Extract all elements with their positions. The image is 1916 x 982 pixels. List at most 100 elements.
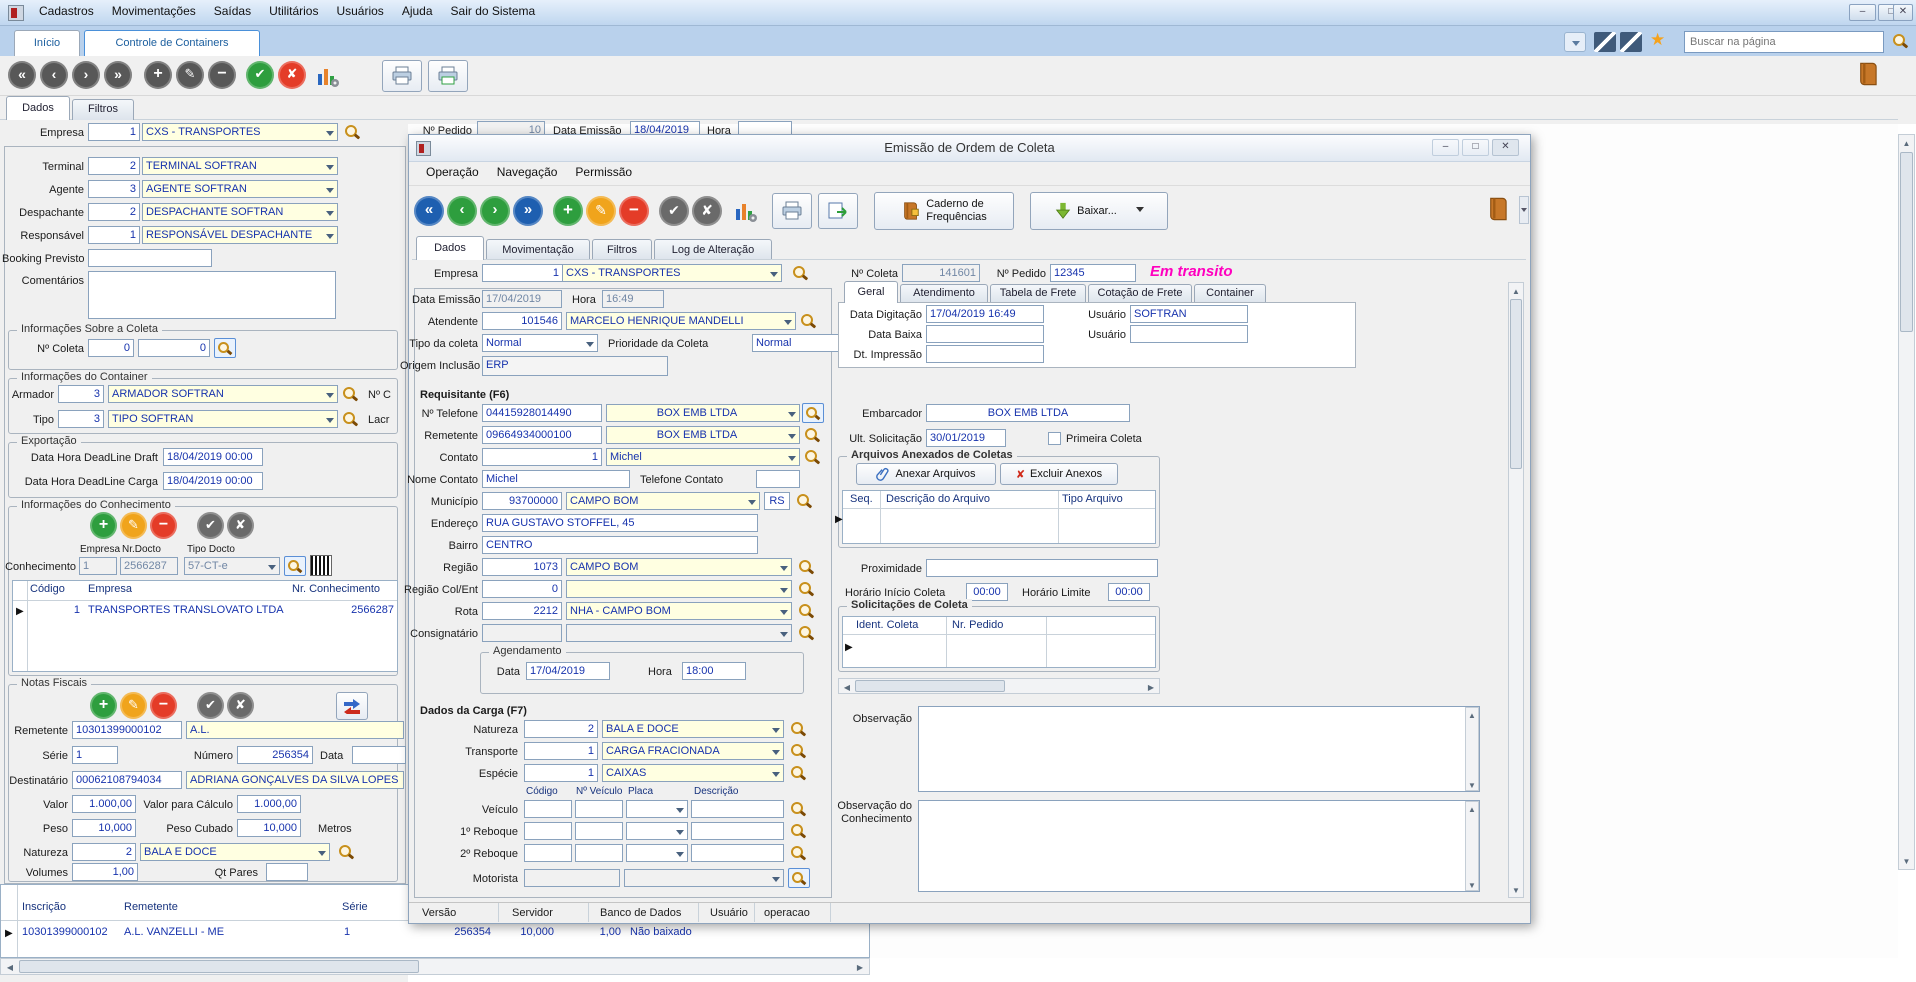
nf-data-field[interactable] <box>352 746 406 764</box>
nav-prev-button[interactable]: ‹ <box>40 61 68 89</box>
nf-serie-field[interactable]: 1 <box>72 746 118 764</box>
rtab-container[interactable]: Container <box>1194 284 1266 303</box>
terminal-select[interactable]: TERMINAL SOFTRAN <box>142 157 338 175</box>
veiculo-descricao-field[interactable] <box>691 800 784 818</box>
responsavel-select[interactable]: RESPONSÁVEL DESPACHANTE <box>142 226 338 244</box>
menu-ajuda[interactable]: Ajuda <box>393 1 442 21</box>
modal-tab-filtros[interactable]: Filtros <box>592 239 652 260</box>
responsavel-code-field[interactable]: 1 <box>88 226 140 244</box>
carga-transporte-search-icon[interactable] <box>790 743 807 760</box>
reboque2-search-icon[interactable] <box>790 845 807 862</box>
nf-edit-button[interactable]: ✎ <box>120 692 147 719</box>
obs-up-icon[interactable]: ▲ <box>1466 708 1478 723</box>
image-toggle-icon[interactable] <box>1594 32 1616 52</box>
nf-natureza-code-field[interactable]: 2 <box>72 843 136 861</box>
modal-nav-next-button[interactable]: › <box>480 196 510 226</box>
modal-delete-button[interactable]: − <box>619 196 649 226</box>
baixar-button[interactable]: Baixar... <box>1030 192 1168 230</box>
caderno-frequencias-button[interactable]: Caderno de Frequências <box>874 192 1014 230</box>
modal-tab-dados[interactable]: Dados <box>416 236 484 260</box>
telefone-contato-field[interactable] <box>756 470 800 488</box>
modal-hscrollbar[interactable]: ◀ ▶ <box>838 678 1160 694</box>
obs-down-icon[interactable]: ▼ <box>1466 778 1478 793</box>
deadline-carga-field[interactable]: 18/04/2019 00:00 <box>163 472 263 490</box>
endereco-field[interactable]: RUA GUSTAVO STOFFEL, 45 <box>482 514 758 532</box>
contato-search-icon[interactable] <box>804 449 821 466</box>
window-minimize-button[interactable]: – <box>1849 4 1876 21</box>
grid2-row-status[interactable]: Não baixado <box>630 926 692 938</box>
modal-empresa-select[interactable]: CXS - TRANSPORTES <box>562 264 782 282</box>
obsc-down-icon[interactable]: ▼ <box>1466 878 1478 893</box>
conhec-delete-button[interactable]: − <box>150 512 177 539</box>
booking-field[interactable] <box>88 249 212 267</box>
observacao-scrollbar[interactable]: ▲ ▼ <box>1465 707 1479 791</box>
empresa-code-field[interactable]: 1 <box>88 123 140 141</box>
nf-add-button[interactable]: + <box>90 692 117 719</box>
modal-menu-navegacao[interactable]: Navegação <box>488 162 567 185</box>
modal-send-button[interactable] <box>818 193 858 229</box>
rota-select[interactable]: NHA - CAMPO BOM <box>566 602 792 620</box>
menu-cadastros[interactable]: Cadastros <box>30 1 103 21</box>
carga-transporte-code-field[interactable]: 1 <box>524 742 598 760</box>
rtab-geral[interactable]: Geral <box>844 281 898 303</box>
proximidade-field[interactable] <box>926 559 1158 577</box>
search-input[interactable] <box>1684 31 1884 53</box>
nf-confirm-button[interactable]: ✔ <box>197 692 224 719</box>
ncoleta-search-icon[interactable] <box>214 338 236 358</box>
modal-menu-operacao[interactable]: Operação <box>417 162 488 185</box>
modal-vscroll-up-icon[interactable]: ▲ <box>1509 284 1523 299</box>
tab-inicio[interactable]: Início <box>14 30 80 56</box>
grid1-row-empresa[interactable]: TRANSPORTES TRANSLOVATO LTDA <box>88 604 284 616</box>
carga-especie-search-icon[interactable] <box>790 765 807 782</box>
nf-peso-cubado-field[interactable]: 10,000 <box>237 819 301 837</box>
req-remetente-search-icon[interactable] <box>804 427 821 444</box>
reboque1-numero-field[interactable] <box>575 822 623 840</box>
modal-menu-permissao[interactable]: Permissão <box>566 162 641 185</box>
modal-vscroll-down-icon[interactable]: ▼ <box>1509 883 1523 898</box>
veiculo-numero-field[interactable] <box>575 800 623 818</box>
agente-code-field[interactable]: 3 <box>88 180 140 198</box>
armador-code-field[interactable]: 3 <box>58 385 104 403</box>
baixar-dropdown-icon[interactable] <box>1136 207 1144 216</box>
veiculo-codigo-field[interactable] <box>524 800 572 818</box>
rtab-cotacao-frete[interactable]: Cotação de Frete <box>1088 284 1192 303</box>
modal-empresa-code-field[interactable]: 1 <box>482 264 562 282</box>
carga-natureza-select[interactable]: BALA E DOCE <box>602 720 784 738</box>
tipo-coleta-select[interactable]: Normal <box>482 334 598 352</box>
modal-chart-config-icon[interactable] <box>734 199 758 226</box>
add-button[interactable]: + <box>144 61 172 89</box>
tipo-select[interactable]: TIPO SOFTRAN <box>108 410 338 428</box>
nf-natureza-select[interactable]: BALA E DOCE <box>140 843 330 861</box>
print-button[interactable] <box>382 60 422 92</box>
reboque2-descricao-field[interactable] <box>691 844 784 862</box>
menu-saidas[interactable]: Saídas <box>205 1 260 21</box>
modal-close-button[interactable]: ✕ <box>1492 139 1519 156</box>
bairro-field[interactable]: CENTRO <box>482 536 758 554</box>
municipio-code-field[interactable]: 93700000 <box>482 492 562 510</box>
chevron-down-icon[interactable] <box>1564 32 1586 52</box>
modal-tab-movimentacao[interactable]: Movimentação <box>486 239 590 260</box>
carga-natureza-code-field[interactable]: 2 <box>524 720 598 738</box>
nav-last-button[interactable]: » <box>104 61 132 89</box>
nf-remetente-cnpj-field[interactable]: 10301399000102 <box>72 721 182 739</box>
modal-manual-book-icon[interactable] <box>1486 194 1512 227</box>
modal-npedido-field[interactable]: 12345 <box>1050 264 1136 282</box>
carga-especie-code-field[interactable]: 1 <box>524 764 598 782</box>
tab-dados-main[interactable]: Dados <box>6 96 70 120</box>
observacao-conhecimento-scrollbar[interactable]: ▲ ▼ <box>1465 801 1479 891</box>
conhec-add-button[interactable]: + <box>90 512 117 539</box>
grid2-row-peso[interactable]: 10,000 <box>500 926 554 938</box>
nf-cancel-button[interactable]: ✘ <box>227 692 254 719</box>
comentarios-textarea[interactable] <box>88 271 336 319</box>
modal-cancel-button[interactable]: ✘ <box>692 196 722 226</box>
nome-contato-field[interactable]: Michel <box>482 470 630 488</box>
conhec-search-icon[interactable] <box>284 556 306 576</box>
nf-delete-button[interactable]: − <box>150 692 177 719</box>
grid2-row-volumes[interactable]: 1,00 <box>562 926 621 938</box>
nf-numero-field[interactable]: 256354 <box>237 746 313 764</box>
modal-hscroll-left-icon[interactable]: ◀ <box>840 680 854 695</box>
rtab-tabela-frete[interactable]: Tabela de Frete <box>990 284 1086 303</box>
observacao-textarea[interactable] <box>918 706 1480 792</box>
chart-config-icon[interactable] <box>316 64 340 91</box>
municipio-search-icon[interactable] <box>796 493 813 510</box>
